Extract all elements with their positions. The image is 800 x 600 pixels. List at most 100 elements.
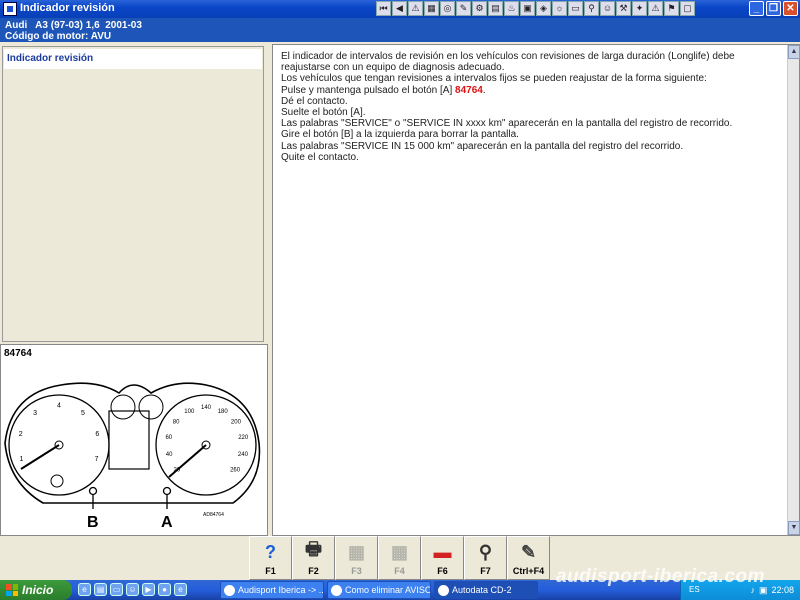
close-button[interactable]: ✕	[783, 1, 798, 16]
app-icon-quick[interactable]: ●	[158, 583, 171, 596]
f6-icon: ▬	[433, 541, 452, 562]
rpm-tick-label: 2	[19, 431, 23, 438]
diagram-link[interactable]: 84764	[455, 85, 483, 96]
f7-button[interactable]: ⚲ F7	[464, 536, 507, 580]
tool-icon-6[interactable]: ♨	[504, 1, 519, 16]
tool-icon-10[interactable]: ▭	[568, 1, 583, 16]
instruction-paragraph: Pulse y mantenga pulsado el botón [A] 84…	[281, 85, 781, 96]
desktop-icon[interactable]: ▭	[110, 583, 123, 596]
taskbar-task[interactable]: Como eliminar AVISO ...	[327, 581, 431, 599]
speed-tick-label: 200	[231, 420, 242, 426]
button-b-label: B	[87, 514, 99, 531]
task-buttons: Audisport Iberica -> ... Como eliminar AV…	[220, 581, 538, 599]
speed-ticks: 20 40 60 80 100 140 180200 220 240 260	[165, 405, 248, 473]
speed-tick-label: 40	[166, 452, 173, 458]
previous-icon[interactable]: ◀	[392, 1, 407, 16]
tool-icon-5[interactable]: ▤	[488, 1, 503, 16]
vertical-scrollbar[interactable]: ▲ ▼	[787, 45, 800, 535]
function-buttons: ? F1 🖶 F2 ▦ F3 ▦ F4 ▬ F6 ⚲ F7 ✎ Ctrl+F4	[249, 536, 550, 580]
f3-icon: ▦	[347, 541, 365, 562]
task-label: Autodata CD-2	[452, 585, 512, 595]
speed-tick-label: 220	[238, 435, 249, 441]
clock[interactable]: 22:08	[771, 585, 794, 595]
rpm-tick-label: 3	[33, 410, 37, 417]
speed-tick-label: 80	[173, 420, 180, 426]
maximize-button[interactable]: ❐	[766, 1, 781, 16]
f1-help-button[interactable]: ? F1	[249, 536, 292, 580]
task-icon	[331, 584, 342, 596]
tool-icon-1[interactable]: ▦	[424, 1, 439, 16]
f3-button[interactable]: ▦ F3	[335, 536, 378, 580]
f7-icon: ⚲	[478, 541, 493, 562]
quick-launch: e ▤ ▭ ☺ ▶ ● e	[78, 583, 187, 596]
task-label: Como eliminar AVISO ...	[345, 585, 431, 595]
speed-tick-label: 100	[184, 409, 195, 415]
explorer-icon[interactable]: ▤	[94, 583, 107, 596]
instruction-paragraph: Las palabras "SERVICE" o "SERVICE IN xxx…	[281, 118, 733, 130]
tool-icon-14[interactable]: ✦	[632, 1, 647, 16]
toolbar: ⏮ ◀ ⚠ ▦ ◎ ✎ ⚙ ▤ ♨ ▣ ◈ ☼ ▭ ⚲ ☺ ⚒ ✦ ⚠ ⚑ ▢	[376, 1, 695, 17]
first-record-icon[interactable]: ⏮	[376, 1, 391, 16]
warning-icon[interactable]: ⚠	[408, 1, 423, 16]
tool-icon-15[interactable]: ⚠	[648, 1, 663, 16]
tool-icon-11[interactable]: ⚲	[584, 1, 599, 16]
window-title: Indicador revisión	[20, 2, 115, 14]
vehicle-info-bar: Audi A3 (97-03) 1,6 2001-03 Código de mo…	[0, 18, 800, 42]
tool-icon-8[interactable]: ◈	[536, 1, 551, 16]
tool-icon-16[interactable]: ⚑	[664, 1, 679, 16]
ctrl-f4-button[interactable]: ✎ Ctrl+F4	[507, 536, 550, 580]
instruction-paragraph: Gire el botón [B] a la izquierda para bo…	[281, 129, 519, 141]
function-key-label: F2	[308, 566, 319, 576]
rpm-tick-label: 4	[57, 402, 61, 409]
f4-icon: ▦	[390, 541, 408, 562]
topic-list: Indicador revisión	[2, 46, 264, 342]
task-icon	[438, 584, 449, 596]
ie-icon-2[interactable]: e	[174, 583, 187, 596]
taskbar-task[interactable]: Autodata CD-2	[434, 581, 538, 599]
instrument-cluster-diagram: 1234567 20406080100140180200220240260 B …	[4, 382, 261, 531]
tool-icon-4[interactable]: ⚙	[472, 1, 487, 16]
instructions-panel: El indicador de intervalos de revisión e…	[272, 44, 800, 536]
tool-icon-3[interactable]: ✎	[456, 1, 471, 16]
function-key-label: F3	[351, 566, 362, 576]
start-button[interactable]: Inicio	[0, 580, 72, 600]
tool-icon-12[interactable]: ☺	[600, 1, 615, 16]
engine-code: Código de motor: AVU	[5, 31, 112, 42]
scroll-down-button[interactable]: ▼	[788, 521, 800, 535]
ie-icon[interactable]: e	[78, 583, 91, 596]
ctrl-f4-icon: ✎	[520, 541, 537, 562]
f6-button[interactable]: ▬ F6	[421, 536, 464, 580]
speed-tick-label: 240	[238, 452, 249, 458]
tool-icon-2[interactable]: ◎	[440, 1, 455, 16]
tool-icon-7[interactable]: ▣	[520, 1, 535, 16]
f1-help-icon: ?	[265, 541, 276, 562]
instruction-paragraph: Los vehículos que tengan revisiones a in…	[281, 73, 707, 85]
messenger-icon[interactable]: ☺	[126, 583, 139, 596]
media-icon[interactable]: ▶	[142, 583, 155, 596]
f2-print-button[interactable]: 🖶 F2	[292, 536, 335, 580]
instructions-text: El indicador de intervalos de revisión e…	[281, 51, 781, 163]
watermark: audisport-iberica.com	[556, 566, 765, 587]
scroll-up-button[interactable]: ▲	[788, 45, 800, 59]
start-label: Inicio	[22, 583, 54, 597]
vehicle-model: Audi A3 (97-03) 1,6 2001-03	[5, 20, 142, 31]
speed-tick-label: 60	[165, 435, 172, 441]
topic-item-indicador-revision[interactable]: Indicador revisión	[4, 49, 262, 69]
diagram-code: 84764	[4, 348, 32, 359]
instruction-paragraph: Quite el contacto.	[281, 151, 359, 163]
minimize-button[interactable]: _	[749, 1, 764, 16]
speed-tick-label: 180	[218, 409, 229, 415]
speed-tick-label: 20	[174, 467, 181, 473]
tool-icon-17[interactable]: ▢	[680, 1, 695, 16]
taskbar-task[interactable]: Audisport Iberica -> ...	[220, 581, 324, 599]
instruction-paragraph: Dé el contacto.	[281, 95, 348, 107]
title-bar: Indicador revisión ⏮ ◀ ⚠ ▦ ◎ ✎ ⚙ ▤ ♨ ▣ ◈ ☼ ▭ ⚲ ☺ ⚒ ✦ ⚠ ⚑ ▢ …	[0, 0, 800, 18]
speed-tick-label: 140	[201, 405, 212, 411]
f4-button[interactable]: ▦ F4	[378, 536, 421, 580]
task-label: Audisport Iberica -> ...	[238, 585, 324, 595]
task-icon	[224, 584, 235, 596]
tool-icon-13[interactable]: ⚒	[616, 1, 631, 16]
tool-icon-9[interactable]: ☼	[552, 1, 567, 16]
diagram-panel: 84764 1 2 3 4 5 6 7 20 40 60 80 100 140 180 200 220 240…	[0, 344, 268, 536]
button-a-label: A	[161, 514, 173, 531]
